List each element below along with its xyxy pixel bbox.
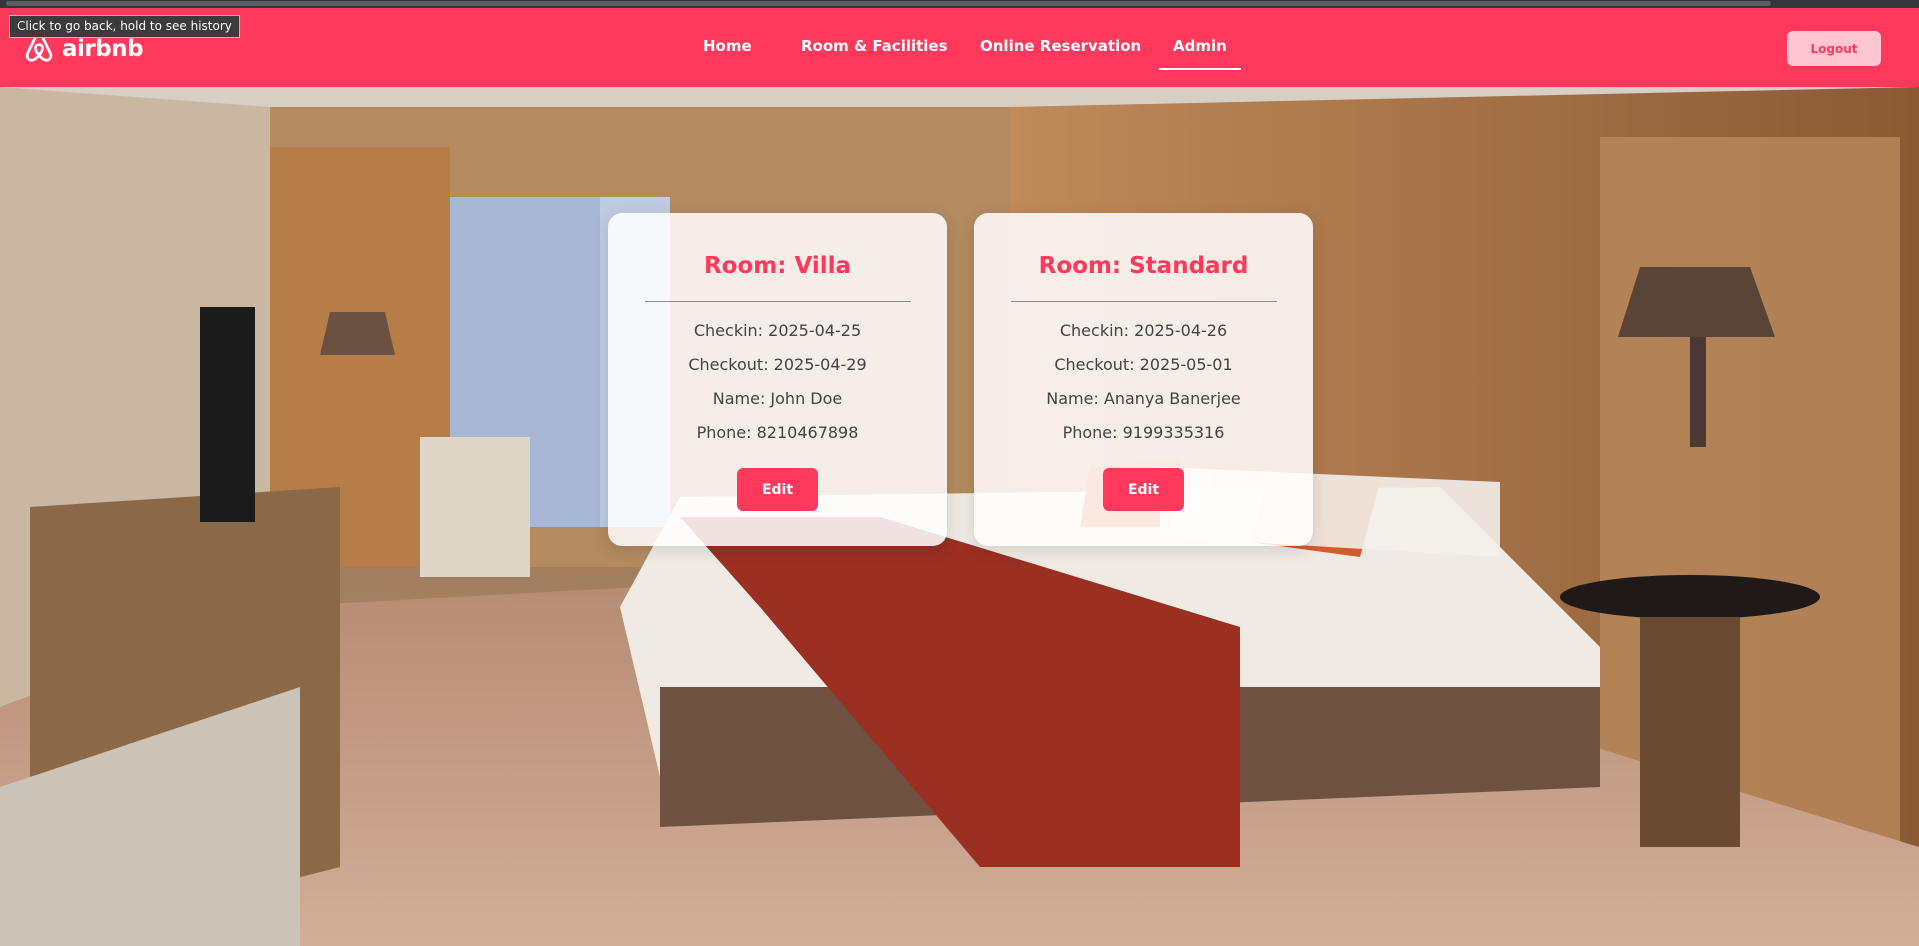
browser-top-strip (0, 0, 1919, 8)
booking-phone: Phone: 8210467898 (696, 423, 859, 442)
booking-checkout: Checkout: 2025-05-01 (1054, 355, 1233, 374)
booking-guest-name: Name: John Doe (712, 389, 843, 408)
logout-button[interactable]: Logout (1787, 31, 1881, 66)
booking-guest-name: Name: Ananya Banerjee (1046, 389, 1241, 408)
booking-checkout: Checkout: 2025-04-29 (688, 355, 867, 374)
edit-booking-button[interactable]: Edit (1103, 468, 1184, 511)
booking-card-villa: Room: Villa Checkin: 2025-04-25 Checkout… (608, 213, 947, 546)
hotel-room-background-image (0, 87, 1919, 946)
navbar: airbnb Home Room & Facilities Online Res… (0, 8, 1919, 87)
booking-room-title: Room: Standard (1038, 253, 1249, 279)
booking-checkin: Checkin: 2025-04-26 (1059, 321, 1228, 340)
nav-online-reservation[interactable]: Online Reservation (980, 37, 1141, 55)
nav-links: Home Room & Facilities Online Reservatio… (0, 8, 1919, 87)
hero-background: Room: Villa Checkin: 2025-04-25 Checkout… (0, 87, 1919, 946)
back-button-tooltip: Click to go back, hold to see history (9, 15, 240, 38)
browser-tab-strip (6, 1, 1771, 6)
booking-room-title: Room: Villa (703, 253, 852, 279)
edit-booking-button[interactable]: Edit (737, 468, 818, 511)
nav-home[interactable]: Home (703, 37, 752, 55)
card-divider (1010, 301, 1277, 302)
card-divider (644, 301, 911, 302)
nav-room-facilities[interactable]: Room & Facilities (801, 37, 948, 55)
booking-card-standard: Room: Standard Checkin: 2025-04-26 Check… (974, 213, 1313, 546)
booking-checkin: Checkin: 2025-04-25 (693, 321, 862, 340)
booking-phone: Phone: 9199335316 (1062, 423, 1225, 442)
nav-admin[interactable]: Admin (1159, 37, 1241, 70)
